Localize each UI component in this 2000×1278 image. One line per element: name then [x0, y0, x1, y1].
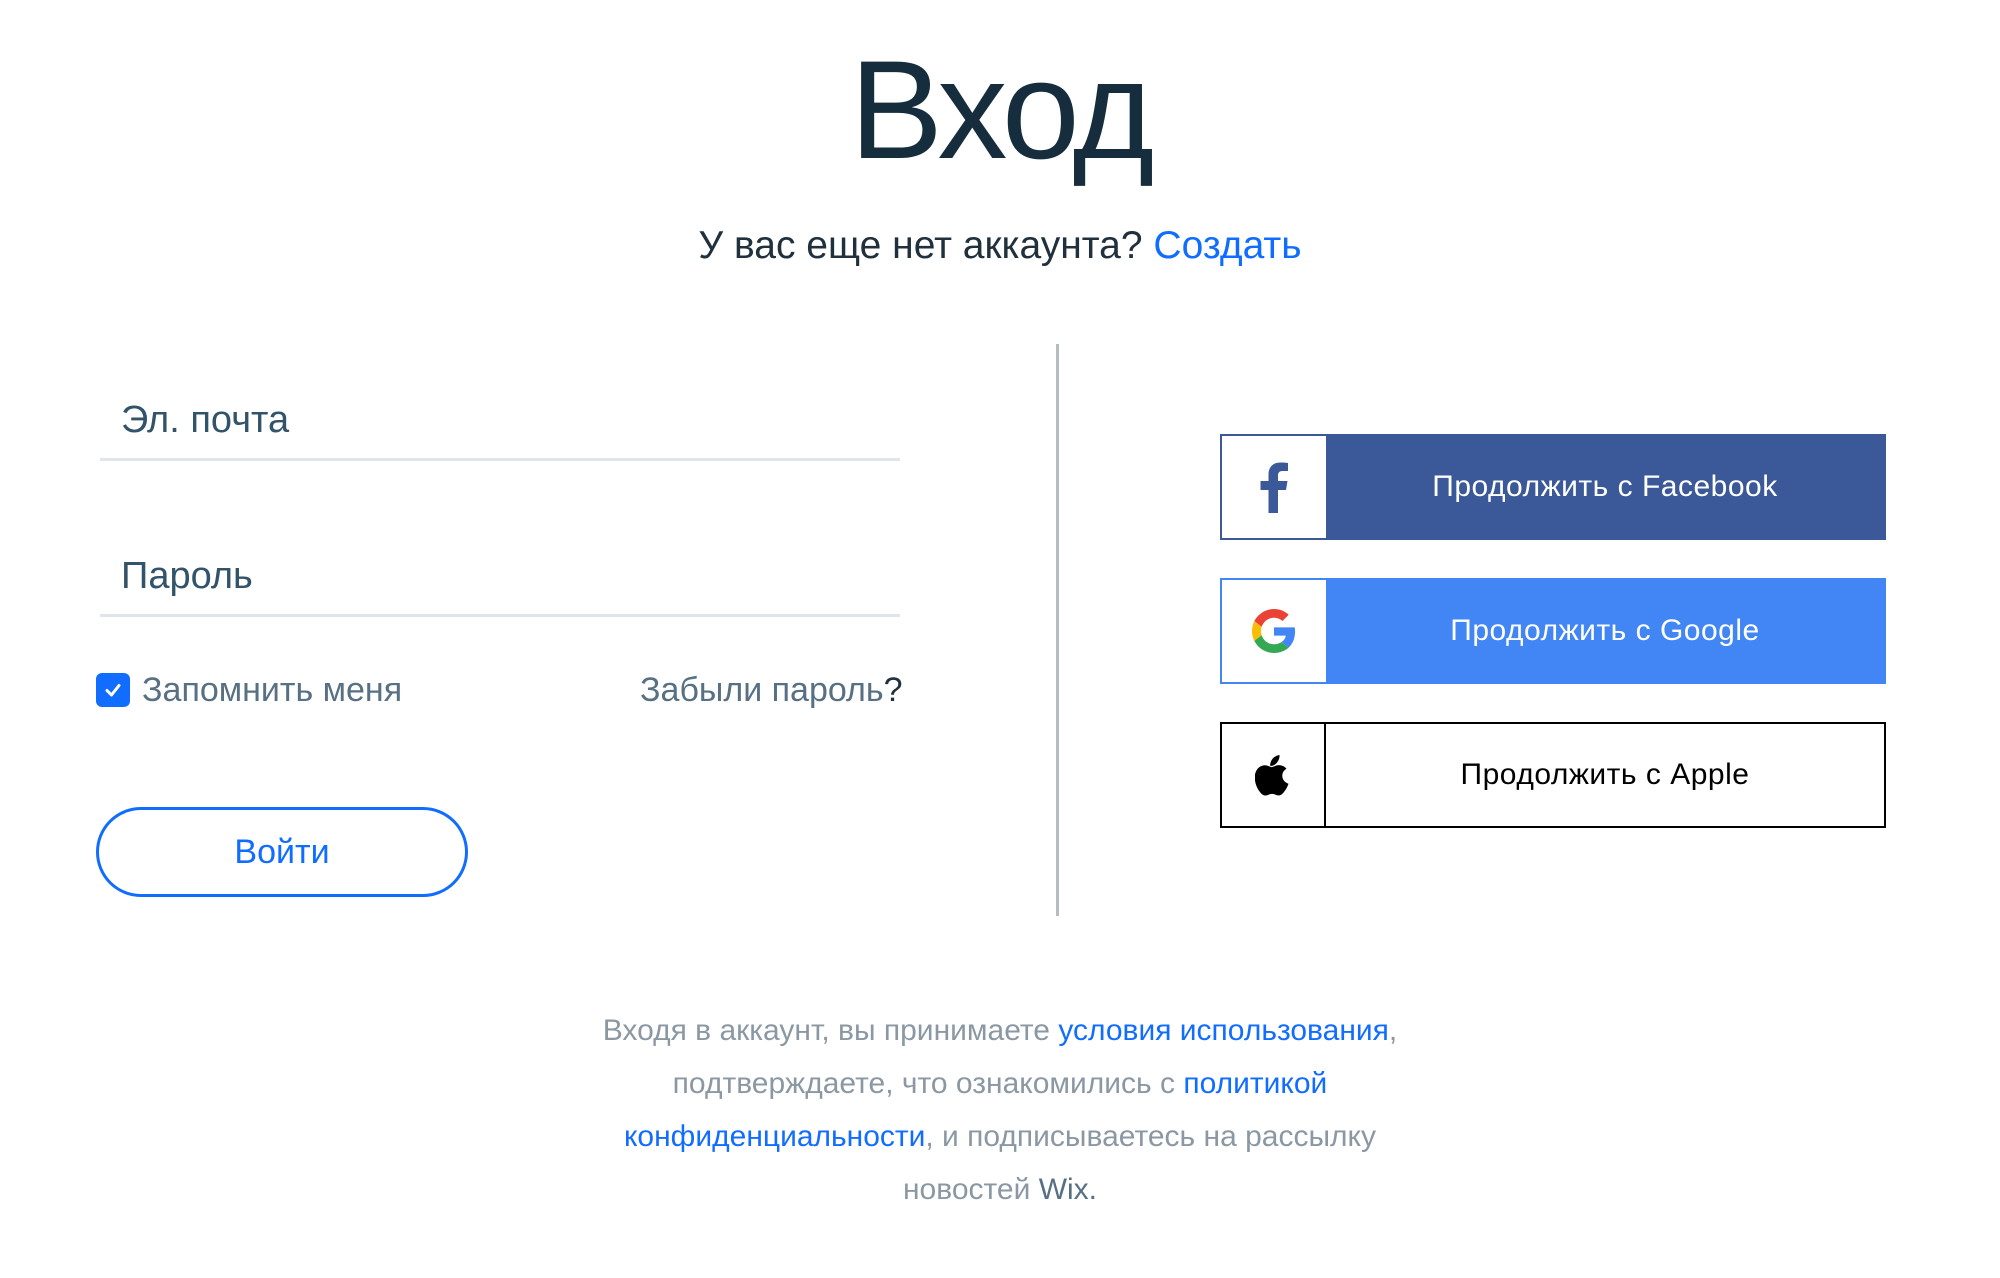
remember-checkbox[interactable]	[96, 673, 130, 707]
password-input[interactable]	[121, 546, 881, 606]
remember-label: Запомнить меня	[142, 670, 403, 709]
email-field	[100, 390, 900, 461]
google-icon	[1222, 580, 1326, 682]
terms-text-4: .	[1088, 1173, 1098, 1206]
login-page: Вход У вас еще нет аккаунта? Создать Зап…	[0, 0, 2000, 1278]
facebook-icon	[1222, 436, 1326, 538]
page-title: Вход	[849, 31, 1155, 188]
apple-login-label: Продолжить с Apple	[1326, 724, 1884, 826]
forgot-password-question: ?	[883, 671, 903, 709]
forgot-password-link[interactable]: Забыли пароль?	[640, 668, 903, 712]
vertical-divider	[1056, 344, 1059, 916]
signup-prompt: У вас еще нет аккаунта? Создать	[0, 218, 2000, 274]
email-input[interactable]	[121, 390, 881, 450]
forgot-password-text: Забыли пароль	[640, 671, 884, 709]
terms-text-3: , и подписываетесь на рассылку новостей	[902, 1120, 1377, 1206]
google-login-label: Продолжить с Google	[1326, 580, 1884, 682]
terms-of-use-link[interactable]: условия использования	[1058, 1014, 1389, 1047]
google-login-button[interactable]: Продолжить с Google	[1220, 578, 1886, 684]
remember-me: Запомнить меня	[96, 668, 402, 712]
facebook-login-button[interactable]: Продолжить с Facebook	[1220, 434, 1886, 540]
apple-login-button[interactable]: Продолжить с Apple	[1220, 722, 1886, 828]
brand-name: Wix	[1038, 1173, 1089, 1206]
password-field	[100, 546, 900, 617]
create-account-link[interactable]: Создать	[1153, 224, 1301, 267]
terms-notice: Входя в аккаунт, вы принимаете условия и…	[600, 1004, 1400, 1216]
checkmark-icon	[105, 684, 121, 697]
signup-prompt-text: У вас еще нет аккаунта?	[698, 224, 1143, 267]
login-button[interactable]: Войти	[96, 807, 468, 897]
facebook-login-label: Продолжить с Facebook	[1326, 436, 1884, 538]
apple-icon	[1222, 724, 1326, 826]
terms-text-1: Входя в аккаунт, вы принимаете	[602, 1014, 1059, 1047]
